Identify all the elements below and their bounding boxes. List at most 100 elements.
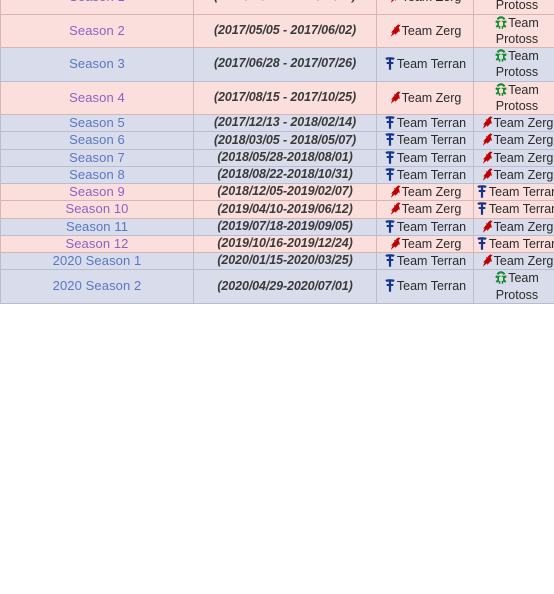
season-link[interactable]: Season 7 xyxy=(69,150,125,165)
white-occluder-overlay xyxy=(0,578,128,594)
terran-icon xyxy=(384,279,396,293)
winner-team: Team Terran xyxy=(376,217,474,236)
terran-icon xyxy=(384,150,396,164)
winner-team: Team Zerg xyxy=(376,13,474,48)
terran-icon xyxy=(384,219,396,233)
runner-up-team: Team Zerg xyxy=(473,131,554,150)
season-link[interactable]: Season 5 xyxy=(69,115,125,130)
terran-icon xyxy=(384,133,396,146)
season-link[interactable]: Season 6 xyxy=(69,132,125,147)
runner-up-team: Team Zerg xyxy=(473,148,554,167)
winner-team: Team Zerg xyxy=(376,234,474,254)
bottom-page-edge xyxy=(128,590,554,594)
runner-up-team: Team Terran xyxy=(473,234,554,254)
runner-up-team-label: Team Zerg xyxy=(493,167,554,182)
table-row: Season 2 (2017/05/05 - 2017/06/02) Team Ze… xyxy=(0,13,554,48)
runner-up-team-label: Team Zerg xyxy=(493,133,554,148)
season-link[interactable]: Season 3 xyxy=(69,56,125,71)
table-row: Season 5 (2017/12/13 - 2018/02/14) Team Te… xyxy=(0,113,554,133)
season-cell: Season 4 xyxy=(0,80,194,115)
runner-up-team: Team Zerg xyxy=(473,251,554,271)
zerg-icon xyxy=(389,185,401,198)
winner-team-label: Team Zerg xyxy=(401,236,462,251)
season-link[interactable]: 2020 Season 2 xyxy=(53,278,142,293)
table-body: Season 1 (2017/02/23 - 2017/03/22) Team Ze… xyxy=(0,0,554,304)
season-cell: Season 9 xyxy=(0,182,194,202)
zerg-icon xyxy=(481,133,493,146)
winner-team-label: Team Zerg xyxy=(402,0,462,4)
season-link[interactable]: Season 12 xyxy=(65,236,128,251)
season-cell: Season 12 xyxy=(0,234,194,254)
runner-up-team-label: Team Terran xyxy=(488,202,554,217)
winner-team: Team Terran xyxy=(376,131,474,150)
season-results-table-container: Season 1 (2017/02/23 - 2017/03/22) Team Ze… xyxy=(0,0,554,304)
season-cell: 2020 Season 2 xyxy=(0,269,194,304)
terran-icon xyxy=(476,185,488,198)
season-dates-cell: (2017/08/15 - 2017/10/25) xyxy=(193,80,377,115)
runner-up-team: Team Terran xyxy=(473,200,554,219)
winner-team-label: Team Zerg xyxy=(401,90,462,105)
season-link[interactable]: Season 2 xyxy=(69,23,125,38)
winner-team: Team Zerg xyxy=(376,0,474,15)
season-dates-cell: (2019/10/16-2019/12/24) xyxy=(193,234,377,254)
winner-team: Team Zerg xyxy=(376,80,474,115)
season-dates-cell: (2020/01/15-2020/03/25) xyxy=(193,251,377,271)
zerg-icon xyxy=(389,91,401,104)
terran-icon xyxy=(384,167,396,181)
winner-team: Team Terran xyxy=(376,148,474,167)
table-row: Season 1 (2017/02/23 - 2017/03/22) Team Ze… xyxy=(0,0,554,15)
season-cell: Season 6 xyxy=(0,131,194,150)
winner-team-label: Team Zerg xyxy=(401,185,462,199)
season-link[interactable]: Season 1 xyxy=(69,0,125,4)
season-link[interactable]: Season 10 xyxy=(65,201,128,216)
table-row: Season 7 (2018/05/28-2018/08/01) Team Terr… xyxy=(0,148,554,167)
winner-team: Team Terran xyxy=(376,251,474,271)
winner-team-label: Team Terran xyxy=(396,116,467,130)
season-cell: Season 7 xyxy=(0,148,194,167)
zerg-icon xyxy=(481,168,493,181)
winner-team-label: Team Terran xyxy=(396,133,467,148)
winner-team: Team Terran xyxy=(376,47,474,82)
terran-icon xyxy=(476,202,488,215)
runner-up-team: Team Protoss xyxy=(473,13,554,48)
season-dates-cell: (2019/04/10-2019/06/12) xyxy=(193,200,377,219)
winner-team: Team Terran xyxy=(376,165,474,185)
runner-up-team: Team Protoss xyxy=(473,269,554,304)
season-link[interactable]: Season 8 xyxy=(69,167,125,182)
season-link[interactable]: 2020 Season 1 xyxy=(53,253,142,268)
season-dates-cell: (2020/04/29-2020/07/01) xyxy=(193,269,377,304)
season-cell: Season 3 xyxy=(0,47,194,82)
runner-up-team: Team Protoss xyxy=(473,47,554,82)
season-results-table: Season 1 (2017/02/23 - 2017/03/22) Team Ze… xyxy=(0,0,554,304)
table-row: 2020 Season 1 (2020/01/15-2020/03/25) Team… xyxy=(0,251,554,271)
winner-team-label: Team Terran xyxy=(396,254,467,268)
zerg-icon xyxy=(389,0,401,3)
protoss-icon xyxy=(495,49,507,62)
season-dates-cell: (2018/03/05 - 2018/05/07) xyxy=(193,131,377,150)
table-row: Season 8 (2018/08/22-2018/10/31) Team Terr… xyxy=(0,165,554,185)
table-row: Season 12 (2019/10/16-2019/12/24) Team Zer… xyxy=(0,234,554,254)
season-link[interactable]: Season 4 xyxy=(69,90,125,105)
protoss-icon xyxy=(495,271,507,284)
winner-team: Team Terran xyxy=(376,269,474,304)
protoss-icon xyxy=(495,82,507,96)
season-link[interactable]: Season 9 xyxy=(69,184,125,199)
runner-up-team: Team Protoss xyxy=(473,0,554,15)
winner-team: Team Zerg xyxy=(376,182,474,202)
season-cell: Season 11 xyxy=(0,217,194,236)
runner-up-team-label: Team Zerg xyxy=(493,116,554,130)
season-dates-cell: (2018/05/28-2018/08/01) xyxy=(193,148,377,167)
zerg-icon xyxy=(481,219,493,233)
terran-icon xyxy=(476,236,488,250)
winner-team-label: Team Terran xyxy=(396,150,467,165)
runner-up-team: Team Terran xyxy=(473,182,554,202)
winner-team: Team Terran xyxy=(376,113,474,133)
runner-up-team-label: Team Terran xyxy=(488,185,554,199)
runner-up-team-label: Team Zerg xyxy=(493,219,554,234)
winner-team-label: Team Terran xyxy=(396,57,467,72)
season-cell: Season 1 xyxy=(0,0,194,15)
season-dates-cell: (2019/07/18-2019/09/05) xyxy=(193,217,377,236)
winner-team-label: Team Terran xyxy=(396,167,467,182)
zerg-icon xyxy=(481,254,493,267)
season-link[interactable]: Season 11 xyxy=(66,219,128,234)
